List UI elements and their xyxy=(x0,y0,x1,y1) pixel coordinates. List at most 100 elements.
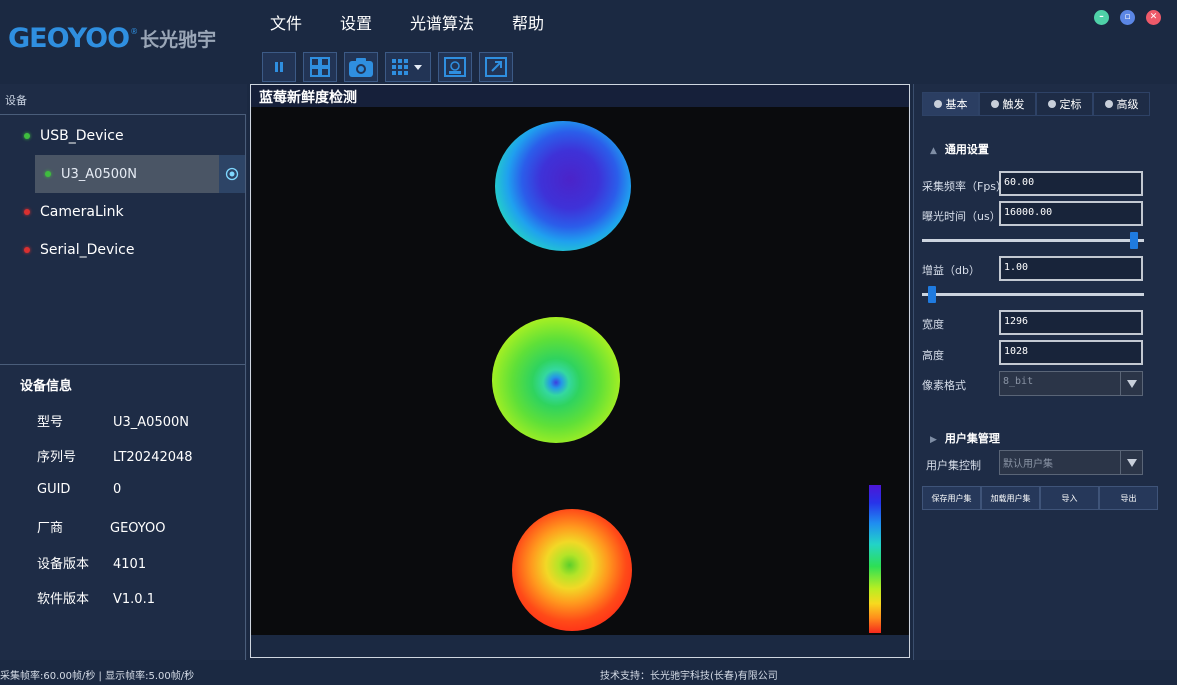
status-dot-red xyxy=(24,247,30,253)
device-label: USB_Device xyxy=(40,128,124,144)
general-settings-header[interactable]: ▲ 通用设置 xyxy=(930,141,989,157)
info-row: 软件版本 V1.0.1 xyxy=(37,588,155,607)
device-tree: USB_Device U3_A0500N CameraLink Serial_D… xyxy=(0,114,246,364)
tab-calibration[interactable]: 定标 xyxy=(1036,92,1093,116)
device-group-serial[interactable]: Serial_Device xyxy=(0,231,246,269)
height-label: 高度 xyxy=(922,349,944,362)
section-title: 用户集管理 xyxy=(944,432,1000,445)
select-value: 8_bit xyxy=(1003,376,1034,387)
fps-label: 采集频率（Fps） xyxy=(922,180,1008,193)
info-value: GEOYOO xyxy=(110,521,166,536)
slider-thumb[interactable] xyxy=(1130,232,1138,249)
menu-help[interactable]: 帮助 xyxy=(512,6,544,38)
info-row: 型号 U3_A0500N xyxy=(37,411,189,430)
tab-basic[interactable]: 基本 xyxy=(922,92,979,116)
tab-label: 高级 xyxy=(1116,98,1139,111)
reference-button[interactable] xyxy=(438,52,472,82)
info-row: 序列号 LT20242048 xyxy=(37,446,193,465)
grid-layout-button[interactable] xyxy=(303,52,337,82)
userset-label: 用户集控制 xyxy=(926,459,981,472)
menu-spectral-algorithm[interactable]: 光谱算法 xyxy=(410,6,474,38)
devices-title: 设备 xyxy=(5,94,27,107)
tab-label: 触发 xyxy=(1002,98,1025,111)
snapshot-button[interactable] xyxy=(344,52,378,82)
export-button[interactable]: 导出 xyxy=(1099,486,1158,510)
viewer-footer xyxy=(251,635,909,657)
minimize-icon[interactable]: – xyxy=(1094,10,1109,25)
image-canvas[interactable] xyxy=(252,107,908,635)
info-row: 厂商 GEOYOO xyxy=(37,517,166,536)
device-group-cameralink[interactable]: CameraLink xyxy=(0,193,246,231)
exposure-label: 曝光时间（us） xyxy=(922,210,1001,223)
exposure-input[interactable]: 16000.00 xyxy=(999,201,1143,226)
status-dot-red xyxy=(24,209,30,215)
logo-registered-mark: ® xyxy=(130,26,139,36)
connect-button[interactable] xyxy=(219,155,245,193)
pause-button[interactable] xyxy=(262,52,296,82)
pixel-format-select[interactable]: 8_bit xyxy=(999,371,1143,396)
info-key: 序列号 xyxy=(37,450,77,465)
info-key: 软件版本 xyxy=(37,592,90,607)
settings-panel: 基本 触发 定标 高级 ▲ 通用设置 采集频率（Fps） 60.00 曝光时间（u… xyxy=(913,84,1177,660)
colorbar xyxy=(869,485,881,633)
status-bar: 采集帧率:60.00帧/秒 | 显示帧率:5.00帧/秒 技术支持：长光驰宇科技… xyxy=(0,660,1177,685)
width-label: 宽度 xyxy=(922,318,944,331)
grid-dropdown-button[interactable] xyxy=(385,52,431,82)
toolbar xyxy=(262,52,520,82)
gain-slider[interactable] xyxy=(922,286,1144,303)
radio-icon xyxy=(933,100,942,108)
info-value: LT20242048 xyxy=(113,450,193,465)
import-button[interactable]: 导入 xyxy=(1040,486,1099,510)
device-info-title: 设备信息 xyxy=(20,379,73,394)
logo-brand: GEOYOO xyxy=(8,22,130,54)
status-dot-green xyxy=(24,133,30,139)
grid-dropdown-icon xyxy=(392,59,422,75)
load-userset-button[interactable]: 加载用户集 xyxy=(981,486,1040,510)
close-icon[interactable]: ✕ xyxy=(1146,10,1161,25)
expand-button[interactable] xyxy=(479,52,513,82)
info-key: 设备版本 xyxy=(37,557,90,572)
blueberry-image-3 xyxy=(512,509,632,631)
pixel-format-label: 像素格式 xyxy=(922,379,966,392)
tab-advanced[interactable]: 高级 xyxy=(1093,92,1150,116)
slider-thumb[interactable] xyxy=(928,286,936,303)
info-value: 0 xyxy=(113,482,122,497)
info-key: GUID xyxy=(37,482,71,497)
fps-input[interactable]: 60.00 xyxy=(999,171,1143,196)
chevron-down-icon[interactable] xyxy=(1120,451,1142,474)
tab-label: 定标 xyxy=(1059,98,1082,111)
menu-file[interactable]: 文件 xyxy=(270,6,302,38)
tab-label: 基本 xyxy=(945,98,968,111)
radio-icon xyxy=(1104,100,1113,108)
expand-icon xyxy=(485,57,507,77)
gain-input[interactable]: 1.00 xyxy=(999,256,1143,281)
info-value: 4101 xyxy=(113,557,147,572)
exposure-slider[interactable] xyxy=(922,232,1144,249)
userset-header[interactable]: ▶ 用户集管理 xyxy=(930,430,1000,446)
maximize-icon[interactable]: ▫ xyxy=(1120,10,1135,25)
width-input[interactable]: 1296 xyxy=(999,310,1143,335)
tab-trigger[interactable]: 触发 xyxy=(979,92,1036,116)
radio-icon xyxy=(990,100,999,108)
info-value: V1.0.1 xyxy=(113,592,155,607)
device-info-panel: 设备信息 型号 U3_A0500N 序列号 LT20242048 GUID 0 厂商 G… xyxy=(0,364,246,660)
status-frame-rate: 采集帧率:60.00帧/秒 | 显示帧率:5.00帧/秒 xyxy=(0,671,195,682)
pause-icon xyxy=(275,62,283,72)
info-key: 型号 xyxy=(37,415,64,430)
logo-cn: 长光驰宇 xyxy=(140,28,217,51)
menu-bar: 文件 设置 光谱算法 帮助 xyxy=(270,6,582,38)
logo: GEOYOO ® 长光驰宇 xyxy=(8,22,216,54)
chevron-down-icon[interactable] xyxy=(1120,372,1142,395)
menu-settings[interactable]: 设置 xyxy=(340,6,372,38)
userset-select[interactable]: 默认用户集 xyxy=(999,450,1143,475)
save-userset-button[interactable]: 保存用户集 xyxy=(922,486,981,510)
expand-arrow-icon: ▶ xyxy=(930,435,937,445)
device-item-selected[interactable]: U3_A0500N xyxy=(35,155,245,193)
height-input[interactable]: 1028 xyxy=(999,340,1143,365)
info-row: 设备版本 4101 xyxy=(37,553,146,572)
info-key: 厂商 xyxy=(37,521,64,536)
device-group-usb[interactable]: USB_Device xyxy=(0,117,246,155)
status-support: 技术支持：长光驰宇科技(长春)有限公司 xyxy=(600,671,778,682)
userset-buttons: 保存用户集 加载用户集 导入 导出 xyxy=(922,486,1158,510)
device-label: CameraLink xyxy=(40,204,124,220)
